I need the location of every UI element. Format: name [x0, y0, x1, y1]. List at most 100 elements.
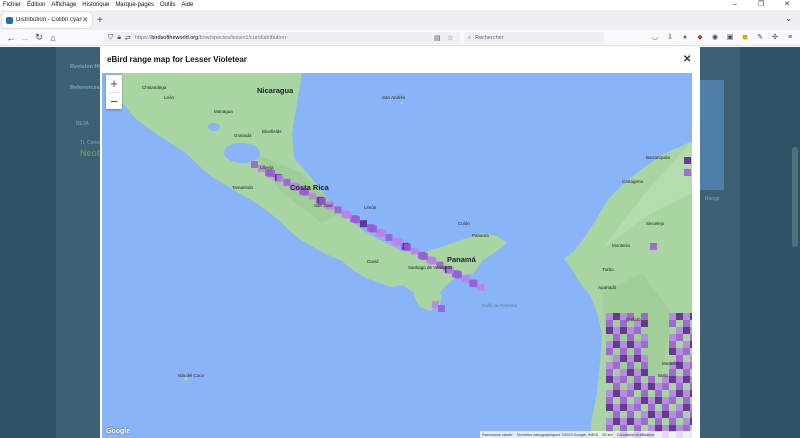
range-cell: [627, 383, 634, 390]
range-cell: [477, 284, 485, 291]
range-cell: [353, 216, 360, 224]
restore-button[interactable]: ❐: [748, 0, 774, 10]
menu-view[interactable]: Affichage: [48, 2, 79, 8]
range-cell: [690, 362, 692, 369]
range-cell: [613, 383, 620, 390]
menu-help[interactable]: Aide: [178, 2, 196, 8]
range-cell: [641, 390, 648, 397]
pocket-icon[interactable]: ◡: [650, 33, 660, 43]
menu-history[interactable]: Historique: [79, 2, 112, 8]
range-cell: [655, 397, 662, 404]
range-cell: [669, 341, 676, 348]
search-placeholder: Rechercher: [475, 35, 504, 41]
range-cell: [432, 301, 439, 308]
menu-edit[interactable]: Édition: [24, 2, 48, 8]
close-window-button[interactable]: ✕: [774, 0, 800, 10]
window-controls: – ❐ ✕: [722, 0, 800, 10]
favicon-icon: [6, 16, 13, 24]
home-icon[interactable]: ⌂: [46, 33, 60, 43]
label-nicaragua: Nicaragua: [257, 86, 294, 95]
range-cell: [683, 404, 690, 411]
range-map[interactable]: + − Nicaragua Managua Costa Rica Panama …: [102, 73, 692, 438]
menu-bookmarks[interactable]: Marque-pages: [112, 2, 157, 8]
range-map-modal: eBird range map for Lesser Violetear ✕ +…: [100, 47, 700, 438]
range-cell: [334, 206, 342, 214]
label-chinandega: Chinandega: [142, 85, 167, 90]
range-cell: [613, 334, 620, 341]
range-cell: [606, 327, 613, 334]
search-input[interactable]: ⌕ Rechercher: [464, 32, 604, 44]
range-cell: [669, 348, 676, 355]
new-tab-button[interactable]: +: [97, 15, 103, 26]
label-bello: Bello: [658, 373, 669, 378]
minimize-button[interactable]: –: [722, 0, 748, 10]
active-tab[interactable]: Distribution - Colibri cyanote ✕: [2, 12, 92, 28]
bookmark-star-icon[interactable]: ☆: [447, 34, 453, 42]
label-david: David: [367, 259, 379, 264]
map-canvas: [122, 73, 692, 438]
range-cell: [690, 355, 692, 362]
range-cell: [421, 253, 428, 260]
range-cell: [662, 404, 669, 411]
tab-title: Distribution - Colibri cyanote: [16, 17, 83, 23]
tab-close-icon[interactable]: ✕: [82, 16, 88, 24]
menu-file[interactable]: Fichier: [0, 2, 24, 8]
range-cell: [690, 411, 692, 418]
range-cell: [360, 220, 367, 228]
reader-view-icon[interactable]: ▤: [434, 34, 441, 42]
modal-title: eBird range map for Lesser Violetear: [107, 55, 247, 64]
range-cell: [641, 355, 648, 362]
range-cell: [634, 341, 641, 348]
lock-icon[interactable]: 🔒︎: [117, 34, 121, 42]
downloads-icon[interactable]: ⇩: [665, 33, 675, 43]
label-granada: Granada: [234, 133, 252, 138]
range-cell: [684, 169, 691, 176]
references-link[interactable]: References: [70, 85, 100, 91]
extension-4-icon[interactable]: ◼: [740, 33, 750, 43]
page-scrollbar[interactable]: [792, 147, 798, 247]
extension-icon[interactable]: ◆: [695, 33, 705, 43]
extension-5-icon[interactable]: ✎: [755, 33, 765, 43]
range-cell: [627, 362, 634, 369]
range-cell: [620, 397, 627, 404]
label-panama-city: Panama: [472, 233, 489, 238]
list-tabs-icon[interactable]: ⌄: [785, 14, 792, 23]
zoom-out-button[interactable]: −: [106, 93, 122, 110]
extensions-puzzle-icon[interactable]: ✣: [770, 33, 780, 43]
range-cell: [683, 341, 690, 348]
range-cell: [662, 397, 669, 404]
range-cell: [669, 390, 676, 397]
keyboard-shortcuts-link[interactable]: Raccourcis clavier: [482, 433, 513, 437]
revision-history-link[interactable]: Revision Hi: [70, 64, 100, 70]
extension-2-icon[interactable]: ◉: [710, 33, 720, 43]
app-menu-icon[interactable]: ≡: [785, 33, 795, 43]
range-cell: [690, 334, 692, 341]
range-cell: [648, 397, 655, 404]
modal-close-icon[interactable]: ✕: [683, 54, 691, 65]
map-scale: 50 km: [602, 432, 613, 437]
account-avatar-icon[interactable]: ●: [680, 33, 690, 43]
range-cell: [606, 418, 613, 425]
range-cell: [683, 390, 690, 397]
menu-tools[interactable]: Outils: [157, 2, 178, 8]
range-cell: [648, 404, 655, 411]
range-cell: [613, 411, 620, 418]
terms-link[interactable]: Conditions d'utilisation: [617, 433, 655, 437]
lake-managua: [208, 123, 220, 131]
range-note: Range: [705, 196, 720, 202]
range-cell: [634, 348, 641, 355]
range-cell: [606, 369, 613, 376]
range-cell: [634, 376, 641, 383]
forward-icon[interactable]: →: [18, 33, 32, 43]
extension-3-icon[interactable]: ▣: [725, 33, 735, 43]
range-cell: [634, 327, 641, 334]
range-cell: [676, 313, 683, 320]
permissions-icon[interactable]: ⇄: [125, 34, 131, 42]
back-icon[interactable]: ←: [4, 33, 18, 43]
zoom-in-button[interactable]: +: [106, 75, 122, 92]
reload-icon[interactable]: ↻: [32, 32, 46, 43]
range-cell: [462, 275, 469, 283]
shield-icon[interactable]: ⛉: [108, 34, 113, 42]
url-bar[interactable]: ⛉ 🔒︎ ⇄ https://birdsoftheworld.org/bow/s…: [104, 32, 460, 44]
range-cell: [620, 348, 627, 355]
